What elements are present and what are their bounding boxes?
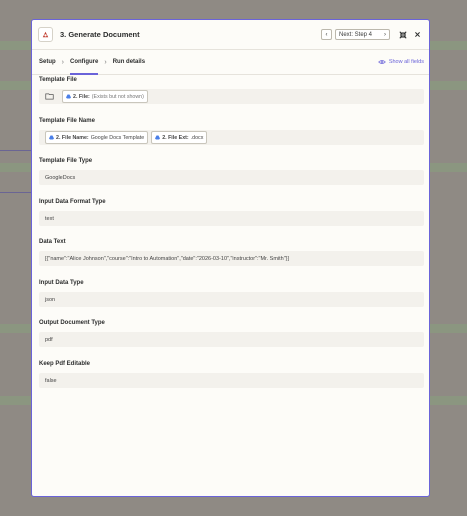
tab-configure[interactable]: Configure	[70, 50, 99, 75]
field-label: Template File Type	[39, 158, 93, 164]
chevron-left-icon: ‹	[325, 31, 328, 38]
input-data-format-type-field: Input Data Format Type text	[39, 199, 424, 226]
keep-pdf-editable-field: Keep Pdf Editable false	[39, 361, 424, 388]
tab-run-details[interactable]: Run details	[113, 50, 145, 74]
step-title: 3. Generate Document	[60, 30, 140, 39]
template-file-name-input[interactable]: 2. File Name: Google Docs Template 2. Fi…	[39, 130, 424, 145]
field-label: Input Data Format Type	[39, 199, 106, 205]
output-document-type-input[interactable]: pdf	[39, 332, 424, 347]
field-label: Template File Name	[39, 118, 95, 124]
input-data-type-field: Input Data Type json	[39, 280, 424, 307]
background-divider	[0, 192, 32, 193]
next-step-label: Next: Step 4	[339, 31, 373, 38]
keep-pdf-editable-input[interactable]: false	[39, 373, 424, 388]
tab-setup[interactable]: Setup	[39, 50, 56, 74]
app-logo-icon	[38, 27, 53, 42]
next-step-button[interactable]: Next: Step 4 ›	[335, 29, 390, 40]
pill-name: 2. File:	[73, 93, 90, 100]
template-file-type-field: Template File Type GoogleDocs	[39, 158, 424, 185]
template-file-type-input[interactable]: GoogleDocs	[39, 170, 424, 185]
step-editor-modal: 3. Generate Document ‹ Next: Step 4 › Se…	[31, 19, 430, 497]
field-label: Keep Pdf Editable	[39, 361, 91, 367]
field-label: Output Document Type	[39, 320, 105, 326]
data-text-input[interactable]: [{"name":"Alice Johnson","course":"Intro…	[39, 251, 424, 266]
mapped-value-pill[interactable]: 2. File: (Exists but not shown)	[62, 90, 148, 103]
collapse-icon[interactable]	[397, 29, 408, 40]
previous-step-button[interactable]: ‹	[321, 29, 332, 40]
mapped-value-pill[interactable]: 2. File Name: Google Docs Template	[45, 131, 149, 144]
input-data-type-input[interactable]: json	[39, 292, 424, 307]
eye-icon	[378, 60, 386, 64]
template-file-input[interactable]: 2. File: (Exists but not shown)	[39, 89, 424, 104]
folder-icon[interactable]	[45, 93, 54, 100]
background-divider	[0, 150, 32, 151]
pill-name: 2. File Ext:	[162, 134, 189, 141]
output-document-type-field: Output Document Type pdf	[39, 320, 424, 347]
close-icon[interactable]	[412, 29, 423, 40]
template-file-name-field: Template File Name 2. File Name: Google …	[39, 118, 424, 145]
pill-value: .docx	[190, 134, 204, 141]
input-data-format-type-input[interactable]: text	[39, 211, 424, 226]
mapped-value-pill[interactable]: 2. File Ext: .docx	[151, 131, 208, 144]
chevron-right-icon: ›	[104, 58, 107, 66]
google-drive-icon	[66, 94, 71, 99]
chevron-right-icon: ›	[61, 58, 65, 66]
show-all-fields-label: Show all fields	[388, 59, 424, 65]
pill-value: (Exists but not shown)	[91, 93, 144, 100]
field-label: Input Data Type	[39, 280, 84, 286]
data-text-field: Data Text [{"name":"Alice Johnson","cour…	[39, 239, 424, 266]
show-all-fields-link[interactable]: Show all fields	[378, 50, 424, 74]
pill-name: 2. File Name:	[56, 134, 89, 141]
pill-value: Google Docs Template	[90, 134, 145, 141]
modal-header: 3. Generate Document ‹ Next: Step 4 ›	[32, 20, 429, 50]
google-drive-icon	[49, 135, 54, 140]
step-tabs: Setup › Configure › Run details Show all…	[32, 50, 429, 75]
google-drive-icon	[155, 135, 161, 140]
chevron-right-icon: ›	[384, 31, 386, 38]
field-label: Template File	[39, 77, 77, 83]
template-file-field: Template File 2. File: (Exists but not s…	[39, 77, 424, 104]
field-label: Data Text	[39, 239, 66, 245]
